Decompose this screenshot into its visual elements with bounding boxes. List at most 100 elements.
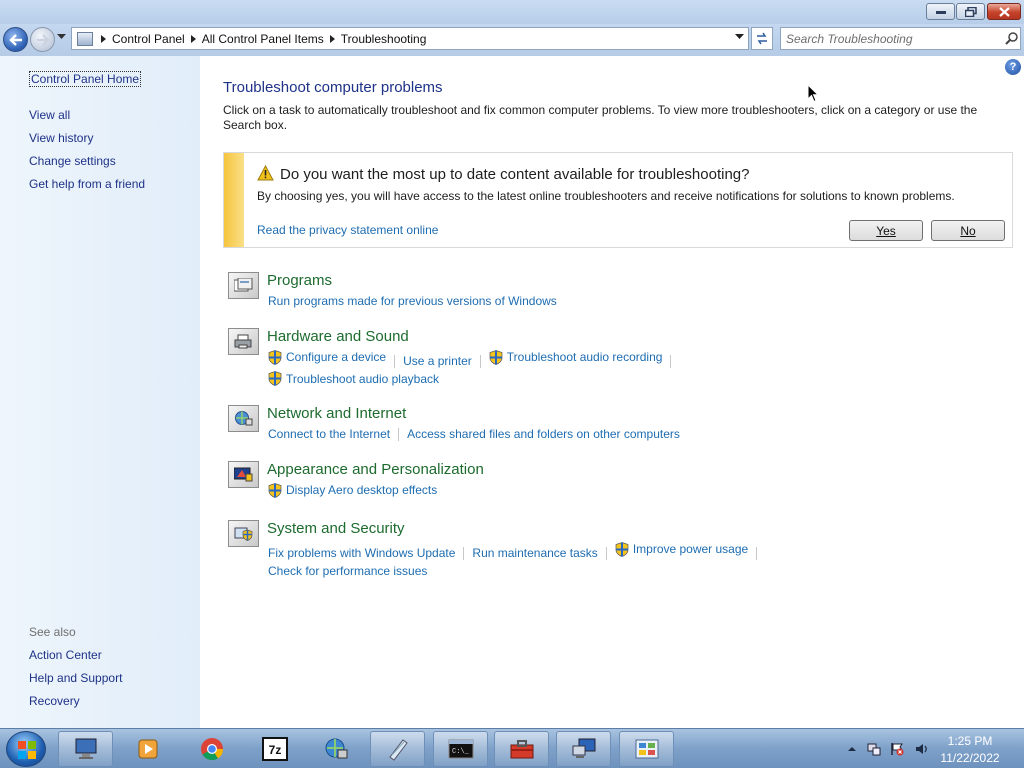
breadcrumb-troubleshooting[interactable]: Troubleshooting: [335, 32, 433, 46]
taskbar-7zip[interactable]: 7z: [247, 731, 302, 767]
appearance-icon[interactable]: [228, 461, 259, 488]
configure-device-label: Configure a device: [286, 350, 387, 364]
category-title[interactable]: Appearance and Personalization: [267, 461, 484, 478]
shield-icon: [268, 482, 282, 498]
hardware-sound-icon[interactable]: [228, 328, 259, 355]
fix-windows-update-link[interactable]: Fix problems with Windows Update: [268, 544, 455, 562]
clock-time[interactable]: 1:25 PM: [930, 734, 1010, 748]
window-titlebar: [0, 0, 1024, 24]
recovery-link[interactable]: Recovery: [29, 694, 80, 708]
taskbar-remote-desktop[interactable]: [556, 731, 611, 767]
7zip-icon: 7z: [261, 737, 288, 761]
banner-title: Do you want the most up to date content …: [280, 166, 750, 183]
configure-device-link[interactable]: Configure a device: [268, 348, 386, 366]
banner-text: By choosing yes, you will have access to…: [257, 189, 955, 203]
category-title[interactable]: System and Security: [267, 520, 405, 537]
category-links: Display Aero desktop effects: [268, 481, 988, 503]
close-button[interactable]: [987, 3, 1021, 20]
privacy-statement-link[interactable]: Read the privacy statement online: [257, 223, 438, 237]
improve-power-usage-link[interactable]: Improve power usage: [615, 540, 748, 558]
restore-icon: [964, 6, 977, 17]
main-content: ? Troubleshoot computer problems Click o…: [200, 56, 1024, 728]
banner-accent-stripe: [224, 153, 244, 247]
action-center-flag-icon[interactable]: [890, 742, 904, 756]
network-icon[interactable]: [228, 405, 259, 432]
search-box[interactable]: [780, 27, 1021, 50]
control-panel-icon: [77, 31, 93, 46]
forward-button[interactable]: [30, 27, 55, 52]
clock-date[interactable]: 11/22/2022: [930, 751, 1010, 765]
connect-to-internet-link[interactable]: Connect to the Internet: [268, 425, 390, 443]
recent-pages-button[interactable]: [57, 33, 69, 45]
address-dropdown-button[interactable]: [735, 32, 744, 42]
minimize-icon: [935, 10, 946, 14]
run-old-programs-link[interactable]: Run programs made for previous versions …: [268, 292, 557, 310]
network-tray-icon[interactable]: [867, 742, 881, 756]
display-aero-effects-link[interactable]: Display Aero desktop effects: [268, 481, 437, 499]
check-performance-issues-link[interactable]: Check for performance issues: [268, 562, 427, 580]
taskbar-network[interactable]: [308, 731, 363, 767]
back-button[interactable]: [3, 27, 28, 52]
use-printer-link[interactable]: Use a printer: [403, 352, 472, 370]
run-maintenance-tasks-link[interactable]: Run maintenance tasks: [472, 544, 597, 562]
toolbox-icon: [510, 740, 533, 759]
category-title[interactable]: Hardware and Sound: [267, 328, 409, 345]
get-help-from-friend-link[interactable]: Get help from a friend: [29, 177, 145, 191]
system-security-icon[interactable]: [228, 520, 259, 547]
restore-button[interactable]: [956, 3, 985, 20]
back-arrow-icon: [8, 33, 22, 46]
chevron-down-icon: [735, 34, 744, 39]
refresh-button[interactable]: [751, 27, 773, 50]
refresh-icon: [757, 32, 767, 45]
troubleshoot-audio-playback-link[interactable]: Troubleshoot audio playback: [268, 370, 439, 388]
category-title[interactable]: Programs: [267, 272, 332, 289]
taskbar-notepad[interactable]: [370, 731, 425, 767]
category-title[interactable]: Network and Internet: [267, 405, 406, 422]
troubleshoot-audio-recording-link[interactable]: Troubleshoot audio recording: [489, 348, 662, 366]
breadcrumb-all-items[interactable]: All Control Panel Items: [196, 32, 330, 46]
taskbar-toolbox[interactable]: [494, 731, 549, 767]
breadcrumb-control-panel[interactable]: Control Panel: [106, 32, 191, 46]
search-icon[interactable]: [1002, 30, 1020, 48]
volume-icon[interactable]: [915, 742, 929, 756]
show-hidden-icons-icon[interactable]: [845, 742, 859, 756]
warning-icon: [257, 165, 274, 181]
network-globe-icon: [325, 738, 347, 759]
view-history-link[interactable]: View history: [29, 131, 93, 145]
shield-icon: [268, 371, 282, 386]
link-separator: [670, 354, 672, 368]
change-settings-link[interactable]: Change settings: [29, 154, 116, 168]
minimize-button[interactable]: [926, 3, 955, 20]
svg-text:C:\_: C:\_: [452, 748, 470, 756]
taskbar-chrome[interactable]: [184, 731, 239, 767]
taskbar-command-prompt[interactable]: C:\_: [433, 731, 488, 767]
programs-icon[interactable]: [228, 272, 259, 299]
help-icon[interactable]: ?: [1005, 59, 1021, 75]
category-links: Connect to the Internet Access shared fil…: [268, 425, 988, 443]
svg-text:7z: 7z: [268, 743, 281, 757]
taskbar-control-panel[interactable]: [619, 731, 674, 767]
no-button[interactable]: No: [931, 220, 1005, 241]
access-shared-files-link[interactable]: Access shared files and folders on other…: [407, 425, 680, 443]
search-input[interactable]: [781, 28, 1002, 49]
view-all-link[interactable]: View all: [29, 108, 70, 122]
category-links: Run programs made for previous versions …: [268, 292, 988, 310]
page-description: Click on a task to automatically trouble…: [223, 103, 978, 132]
online-content-banner: Do you want the most up to date content …: [223, 152, 1013, 248]
control-panel-home-link[interactable]: Control Panel Home: [29, 71, 142, 87]
taskbar-computer[interactable]: [58, 731, 113, 767]
address-bar[interactable]: Control Panel All Control Panel Items Tr…: [71, 27, 749, 50]
chevron-down-icon: [57, 34, 66, 39]
media-player-icon: [138, 739, 157, 759]
taskbar-media-player[interactable]: [120, 731, 175, 767]
link-separator: [605, 546, 607, 560]
start-button[interactable]: [6, 731, 46, 767]
help-and-support-link[interactable]: Help and Support: [29, 671, 122, 685]
notepad-icon: [388, 739, 408, 761]
shield-icon: [615, 541, 629, 557]
link-separator: [398, 428, 400, 442]
shield-icon: [489, 349, 503, 365]
action-center-link[interactable]: Action Center: [29, 648, 102, 662]
taskbar: 7z C:\_ 1:25 PM 11/22/2022: [0, 728, 1024, 768]
yes-button[interactable]: Yes: [849, 220, 923, 241]
